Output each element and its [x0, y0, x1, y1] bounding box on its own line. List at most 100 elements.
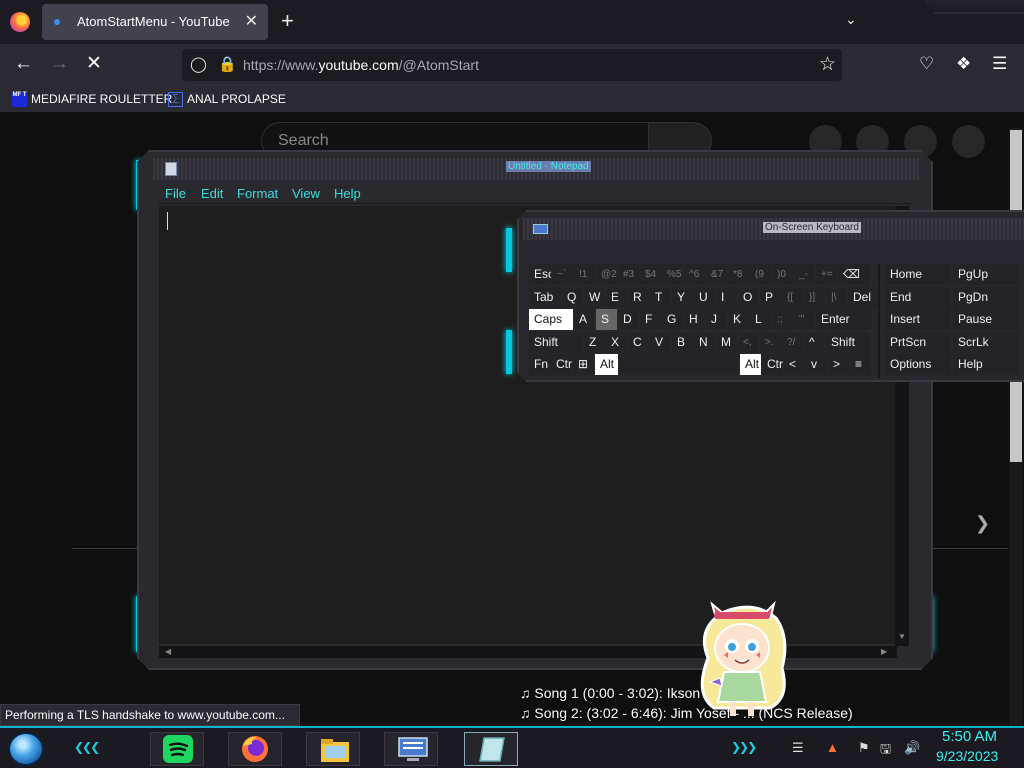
- back-icon[interactable]: ←: [14, 53, 33, 75]
- new-tab-button[interactable]: +: [281, 9, 294, 33]
- key-m[interactable]: M: [716, 332, 737, 353]
- key--[interactable]: <: [784, 354, 805, 375]
- key-alt[interactable]: Alt: [595, 354, 618, 375]
- bookmark-mediafire[interactable]: MF T MEDIAFIRE ROULETTER: [12, 90, 172, 108]
- key--9[interactable]: (9: [750, 264, 771, 285]
- key-r[interactable]: R: [628, 287, 649, 308]
- key--[interactable]: ⊞: [573, 354, 594, 375]
- key--8[interactable]: *8: [728, 264, 749, 285]
- menu-format[interactable]: Format: [237, 186, 278, 201]
- key-home[interactable]: Home: [885, 264, 951, 285]
- menu-file[interactable]: File: [165, 186, 186, 201]
- bookmark-second[interactable]: ∑ ANAL PROLAPSE: [168, 90, 286, 108]
- key-l[interactable]: L: [750, 309, 771, 330]
- key--[interactable]: |\: [826, 287, 847, 308]
- osk-titlebar[interactable]: On-Screen Keyboard: [523, 218, 1024, 240]
- key-shift[interactable]: Shift: [529, 332, 583, 353]
- key-h[interactable]: H: [684, 309, 705, 330]
- key-shift[interactable]: Shift: [826, 332, 870, 353]
- key--[interactable]: :;: [772, 309, 793, 330]
- key-s[interactable]: S: [596, 309, 617, 330]
- menu-help[interactable]: Help: [334, 186, 361, 201]
- key-prtscn[interactable]: PrtScn: [885, 332, 951, 353]
- key-caps[interactable]: Caps: [529, 309, 573, 330]
- key--7[interactable]: &7: [706, 264, 727, 285]
- key-scrlk[interactable]: ScrLk: [953, 332, 1019, 353]
- key-del[interactable]: Del: [848, 287, 880, 308]
- key--[interactable]: >: [828, 354, 849, 375]
- bookmark-star-icon[interactable]: ☆: [819, 53, 836, 76]
- key--2[interactable]: @2: [596, 264, 617, 285]
- notepad-titlebar[interactable]: Untitled - Notepad: [153, 158, 919, 180]
- key-c[interactable]: C: [628, 332, 649, 353]
- volume-icon[interactable]: 🔊: [904, 740, 920, 756]
- key-f[interactable]: F: [640, 309, 661, 330]
- clock-time[interactable]: 5:50 AM: [942, 728, 997, 745]
- stop-loading-icon[interactable]: ✕: [86, 53, 102, 75]
- key-d[interactable]: D: [618, 309, 639, 330]
- key-enter[interactable]: Enter: [816, 309, 872, 330]
- chevron-down-icon[interactable]: ⌄: [845, 11, 857, 28]
- key-p[interactable]: P: [760, 287, 781, 308]
- key-e[interactable]: E: [606, 287, 627, 308]
- key-k[interactable]: K: [728, 309, 749, 330]
- avatar[interactable]: [952, 125, 985, 158]
- forward-icon[interactable]: →: [50, 53, 69, 75]
- key--1[interactable]: !1: [574, 264, 595, 285]
- key-ctrl[interactable]: Ctrl: [551, 354, 572, 375]
- key-q[interactable]: Q: [562, 287, 583, 308]
- on-screen-keyboard-window[interactable]: On-Screen Keyboard Esc~`!1@2#3$4%5^6&7*8…: [517, 210, 1024, 382]
- scroll-down-icon[interactable]: ▼: [898, 632, 906, 641]
- start-button[interactable]: [8, 732, 44, 766]
- key-v[interactable]: V: [650, 332, 671, 353]
- url-bar[interactable]: ◯ 🔒 https://www.youtube.com/@AtomStart ☆: [182, 49, 842, 81]
- taskbar-app-on-screen-keyboard[interactable]: [384, 732, 438, 766]
- key--[interactable]: ^: [804, 332, 825, 353]
- tracking-shield-icon[interactable]: ◯: [190, 55, 207, 73]
- tray-overflow-icon[interactable]: ☰: [792, 740, 804, 756]
- key-options[interactable]: Options: [885, 354, 951, 375]
- key-a[interactable]: A: [574, 309, 595, 330]
- key--[interactable]: ⌫: [838, 264, 870, 285]
- key--[interactable]: ?/: [782, 332, 803, 353]
- key-ctrl[interactable]: Ctrl: [762, 354, 783, 375]
- key--[interactable]: ≡: [850, 354, 871, 375]
- key-z[interactable]: Z: [584, 332, 605, 353]
- key-tab[interactable]: Tab: [529, 287, 561, 308]
- key--[interactable]: }]: [804, 287, 825, 308]
- key-y[interactable]: Y: [672, 287, 693, 308]
- key-pgup[interactable]: PgUp: [953, 264, 1019, 285]
- key--[interactable]: ~`: [552, 264, 573, 285]
- tray-app-icon[interactable]: ▲: [826, 740, 839, 755]
- key-o[interactable]: O: [738, 287, 759, 308]
- key-g[interactable]: G: [662, 309, 683, 330]
- pocket-icon[interactable]: ♡: [919, 54, 934, 74]
- key-space[interactable]: [619, 354, 739, 375]
- key--4[interactable]: $4: [640, 264, 661, 285]
- scroll-right-icon[interactable]: ▶: [881, 647, 887, 656]
- menu-icon[interactable]: ☰: [992, 54, 1007, 74]
- key--[interactable]: {[: [782, 287, 803, 308]
- taskbar-app-notepad[interactable]: [464, 732, 518, 766]
- menu-view[interactable]: View: [292, 186, 320, 201]
- taskbar-app-file-explorer[interactable]: [306, 732, 360, 766]
- menu-edit[interactable]: Edit: [201, 186, 223, 201]
- key--3[interactable]: #3: [618, 264, 639, 285]
- key-x[interactable]: X: [606, 332, 627, 353]
- extensions-icon[interactable]: ❖: [956, 54, 971, 74]
- key--6[interactable]: ^6: [684, 264, 705, 285]
- key--[interactable]: _-: [794, 264, 815, 285]
- key-t[interactable]: T: [650, 287, 671, 308]
- key-w[interactable]: W: [584, 287, 605, 308]
- network-icon[interactable]: 🖫: [880, 740, 891, 762]
- taskbar-app-firefox[interactable]: [228, 732, 282, 766]
- url-text[interactable]: https://www.youtube.com/@AtomStart: [243, 57, 479, 73]
- key-j[interactable]: J: [706, 309, 727, 330]
- chevron-right-icon[interactable]: ❯: [975, 513, 990, 534]
- key-u[interactable]: U: [694, 287, 715, 308]
- key--0[interactable]: )0: [772, 264, 793, 285]
- key--[interactable]: "': [794, 309, 815, 330]
- key--[interactable]: >.: [760, 332, 781, 353]
- key--[interactable]: +=: [816, 264, 837, 285]
- close-tab-icon[interactable]: ✕: [245, 11, 258, 31]
